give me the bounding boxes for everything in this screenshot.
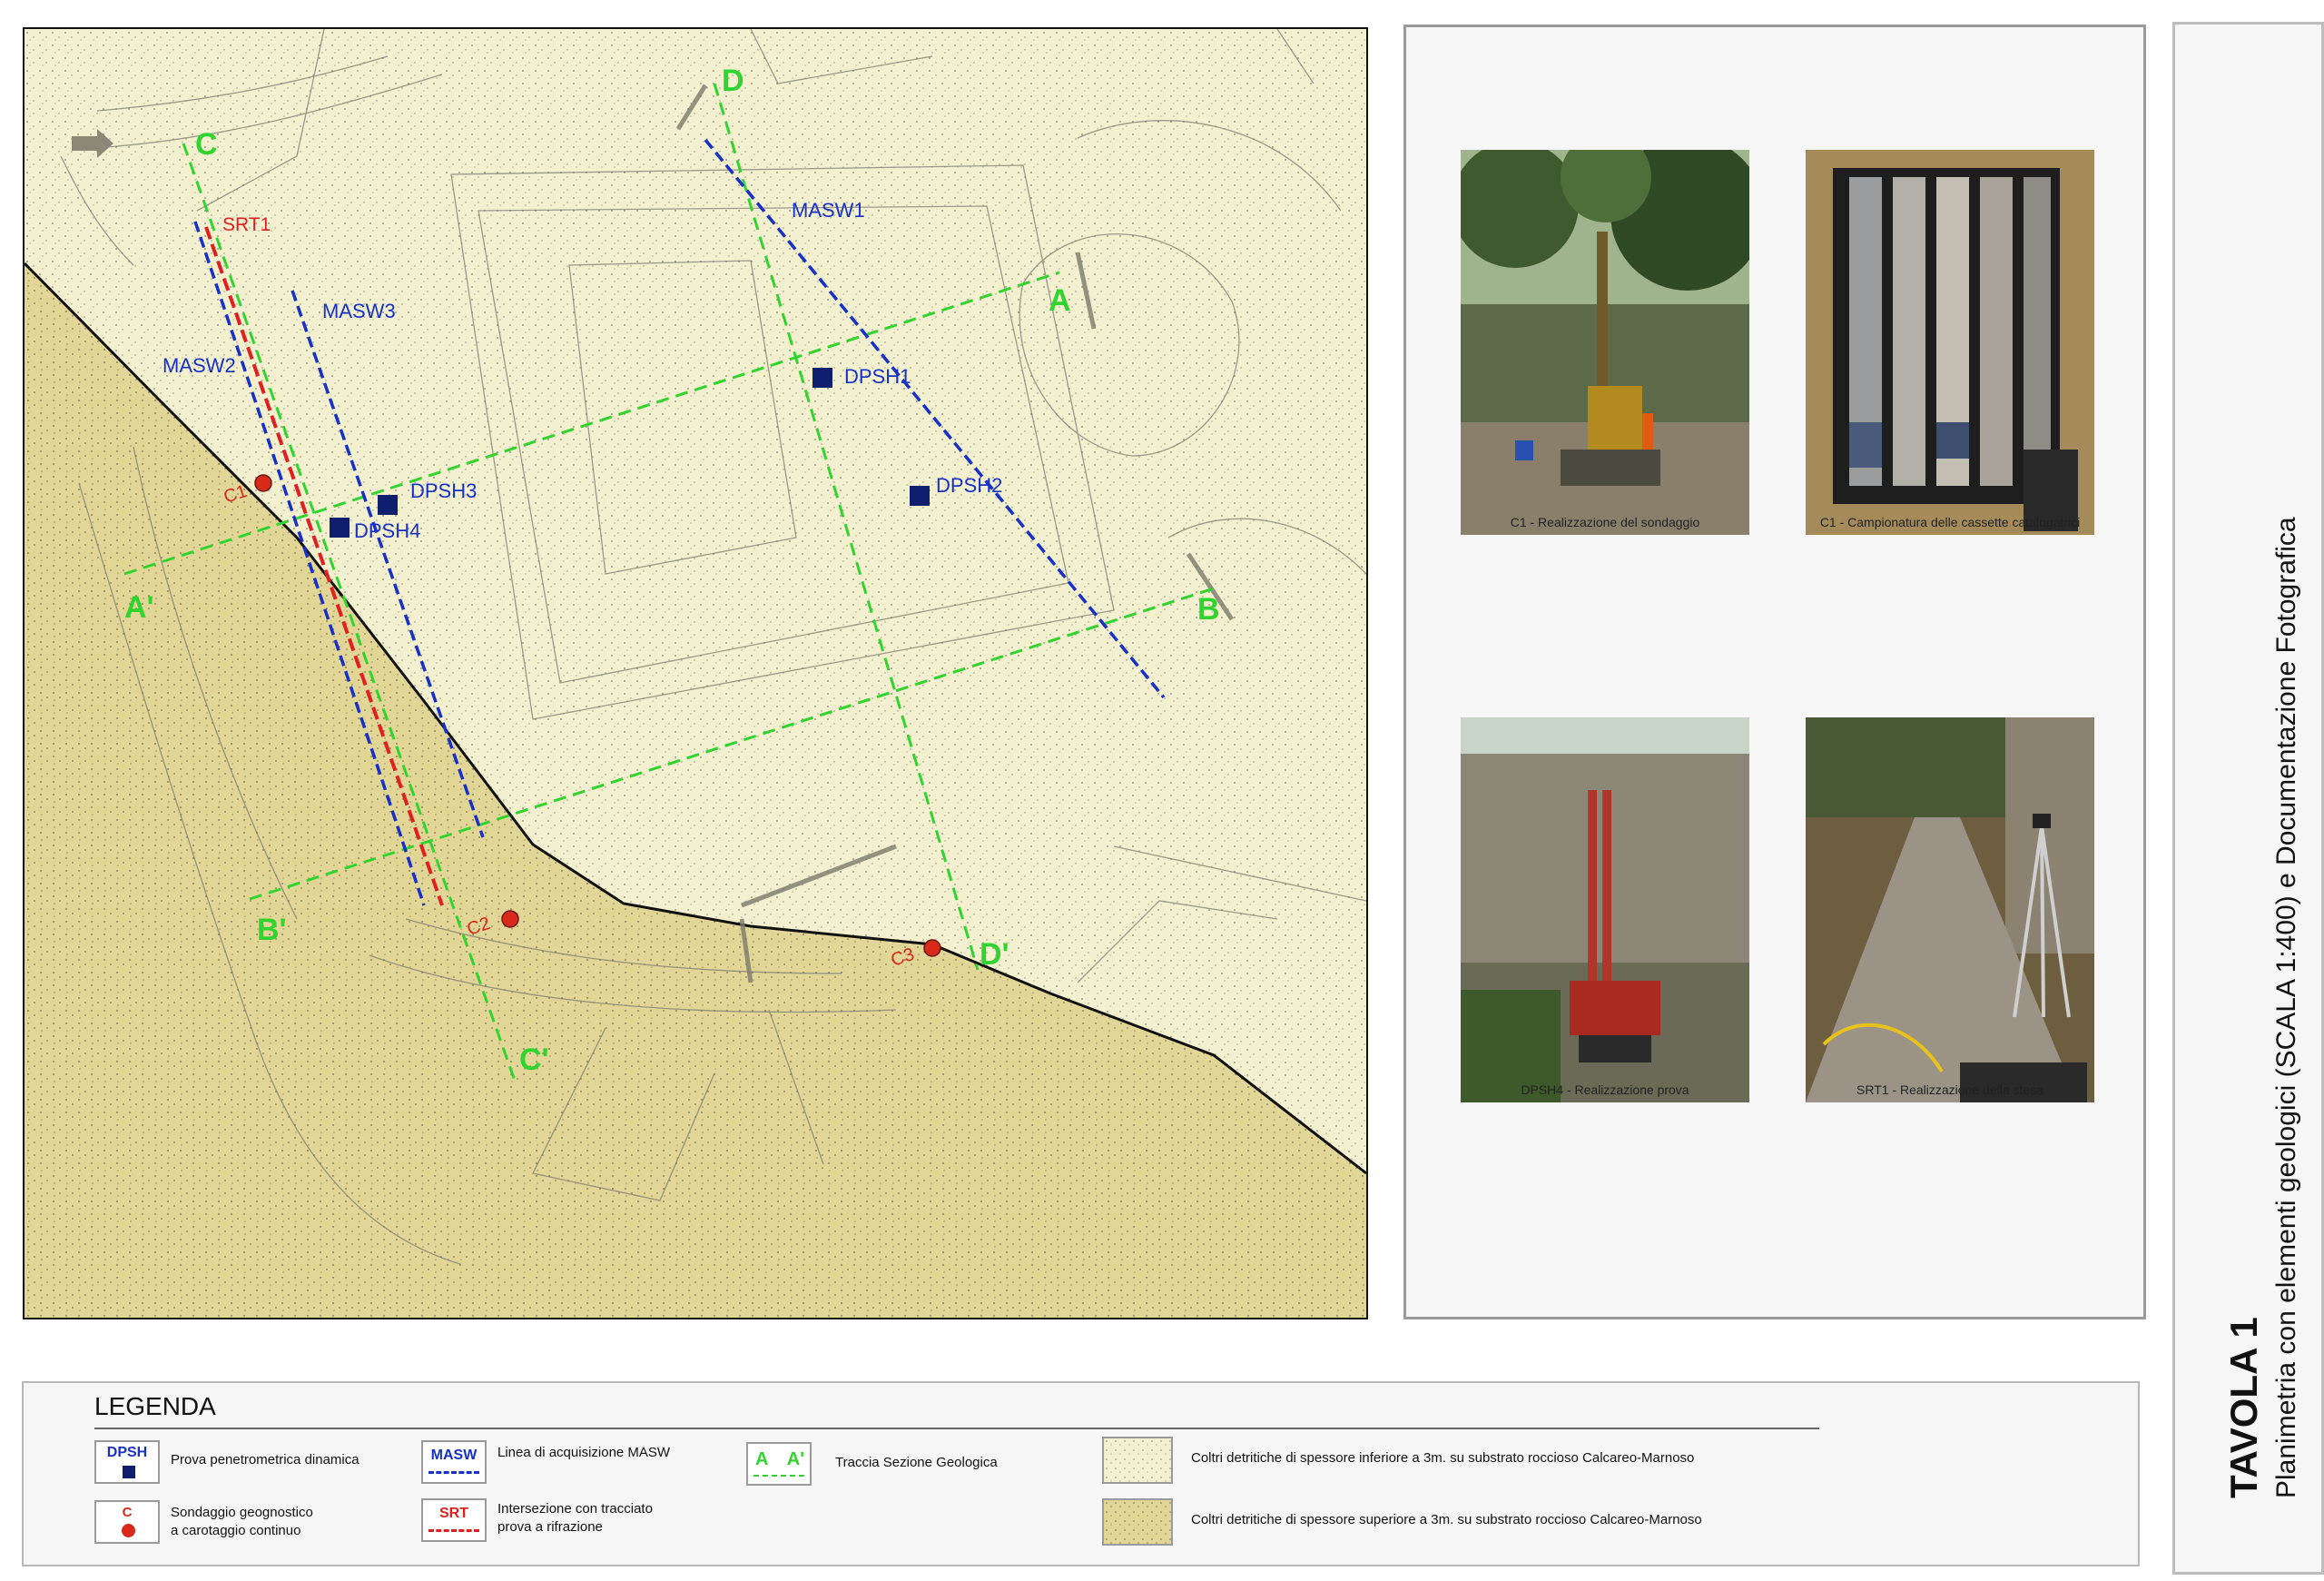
photo-drilling-image (1461, 150, 1749, 535)
section-label-b: B (1197, 592, 1220, 627)
photo-caption-1: C1 - Realizzazione del sondaggio (1510, 515, 1700, 529)
photo-srt-image (1806, 717, 2094, 1102)
geological-map: A A' B B' C C' D D' MASW1 MASW2 MASW3 SR… (23, 27, 1368, 1319)
legend-c-code: C (122, 1505, 133, 1520)
dpsh3-label: DPSH3 (410, 479, 477, 502)
legend-c-symbol: C (94, 1500, 160, 1544)
section-label-d-prime: D' (980, 937, 1009, 972)
legend-srt-code: SRT (439, 1506, 468, 1521)
section-dash-icon (753, 1475, 804, 1477)
dpsh4-label: DPSH4 (354, 519, 420, 542)
c2-point (501, 910, 519, 928)
srt-dash-icon (428, 1529, 479, 1532)
photo-dpsh-image (1461, 717, 1749, 1102)
dpsh4-point (330, 518, 350, 538)
legend-divider (94, 1428, 1819, 1429)
dpsh1-point (812, 368, 832, 388)
tavola-subtitle: Planimetria con elementi geologici (SCAL… (2271, 517, 2301, 1498)
map-canvas: A A' B B' C C' D D' MASW1 MASW2 MASW3 SR… (23, 28, 1367, 1318)
legend-masw-symbol: MASW (421, 1440, 487, 1484)
legend-dpsh-code: DPSH (106, 1445, 148, 1460)
legend-c-text-line1: Sondaggio geognostico (171, 1505, 313, 1520)
srt1-label: SRT1 (222, 214, 271, 235)
thick-swatch-dots (1104, 1500, 1171, 1544)
legend-dpsh-symbol: DPSH (94, 1440, 160, 1484)
legend-title: LEGENDA (94, 1392, 216, 1420)
photo-caption-2: C1 - Campionatura delle cassette catalog… (1819, 515, 2081, 529)
c3-point (923, 939, 941, 957)
legend-c-text: Sondaggio geognostico a carotaggio conti… (171, 1504, 313, 1540)
photo-srt: SRT1 - Realizzazione della stesa (1806, 717, 2094, 1102)
legend-thin-text: Coltri detritiche di spessore inferiore … (1191, 1450, 1695, 1466)
photo-caption-3: DPSH4 - Realizzazione prova (1521, 1082, 1689, 1097)
legend-thin-swatch (1102, 1437, 1173, 1484)
borehole-circle-icon (122, 1524, 135, 1537)
masw2-label: MASW2 (162, 354, 236, 377)
section-label-a: A (1049, 283, 1071, 318)
dpsh2-label: DPSH2 (936, 474, 1002, 497)
section-label-a-prime: A' (124, 590, 154, 625)
photo-dpsh: DPSH4 - Realizzazione prova (1461, 717, 1749, 1102)
section-label-c-prime: C' (519, 1042, 549, 1077)
thin-swatch-dots (1104, 1438, 1171, 1482)
dpsh-square-icon (123, 1466, 135, 1478)
photo-core-box: C1 - Campionatura delle cassette catalog… (1806, 150, 2094, 535)
legend-srt-text-line1: Intersezione con tracciato (497, 1501, 653, 1517)
legend-panel (22, 1381, 2140, 1566)
legend-thick-swatch (1102, 1498, 1173, 1546)
section-label-b-prime: B' (257, 913, 287, 947)
legend-c-text-line2: a carotaggio continuo (171, 1523, 301, 1538)
masw1-label: MASW1 (792, 199, 865, 222)
photo-caption-4: SRT1 - Realizzazione della stesa (1856, 1082, 2043, 1097)
legend-srt-symbol: SRT (421, 1498, 487, 1542)
legend-srt-text-line2: prova a rifrazione (497, 1519, 603, 1535)
tavola-title: TAVOLA 1 (2222, 1317, 2265, 1498)
legend-section-a-prime: A' (786, 1449, 804, 1469)
photo-core-box-image (1806, 150, 2094, 535)
section-label-c: C (195, 127, 218, 162)
legend-srt-text: Intersezione con tracciato prova a rifra… (497, 1500, 653, 1537)
legend-masw-code: MASW (430, 1448, 478, 1463)
masw3-label: MASW3 (322, 300, 396, 322)
photo-panel: C1 - Realizzazione del sondaggio C1 - Ca… (1403, 25, 2146, 1319)
dpsh2-point (910, 486, 930, 506)
c1-point (254, 474, 272, 492)
legend-masw-text: Linea di acquisizione MASW (497, 1445, 671, 1460)
legend-section-text: Traccia Sezione Geologica (835, 1455, 998, 1470)
dpsh3-point (378, 495, 398, 515)
section-label-d: D (722, 64, 744, 98)
legend-dpsh-text: Prova penetrometrica dinamica (171, 1452, 359, 1467)
photo-drilling: C1 - Realizzazione del sondaggio (1461, 150, 1749, 535)
dpsh1-label: DPSH1 (844, 365, 911, 388)
legend-section-a: A (755, 1449, 769, 1469)
masw-dash-icon (428, 1471, 479, 1474)
legend-section-symbol: A A' (746, 1442, 812, 1486)
legend-thick-text: Coltri detritiche di spessore superiore … (1191, 1512, 1702, 1527)
